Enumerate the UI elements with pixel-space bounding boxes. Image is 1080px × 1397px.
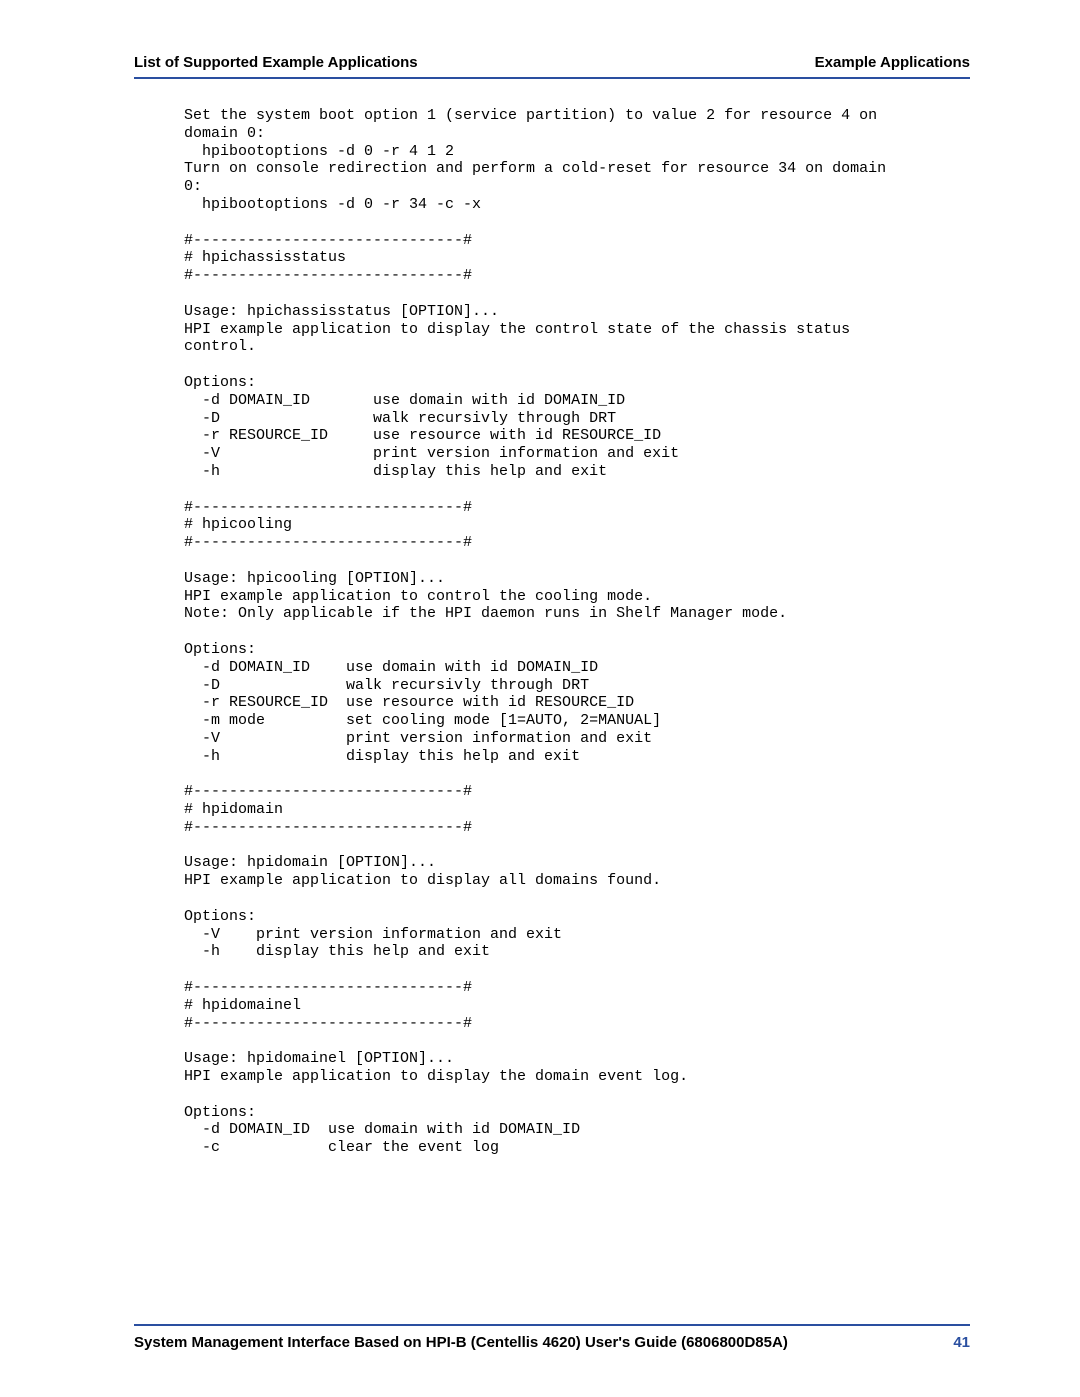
header-bar: List of Supported Example Applications E… <box>134 54 970 79</box>
page: List of Supported Example Applications E… <box>0 0 1080 1397</box>
header-left: List of Supported Example Applications <box>134 54 418 71</box>
footer-bar: System Management Interface Based on HPI… <box>134 1324 970 1351</box>
header-right: Example Applications <box>815 54 970 71</box>
footer-text: System Management Interface Based on HPI… <box>134 1334 788 1351</box>
code-block: Set the system boot option 1 (service pa… <box>184 107 970 1157</box>
page-number: 41 <box>953 1334 970 1351</box>
